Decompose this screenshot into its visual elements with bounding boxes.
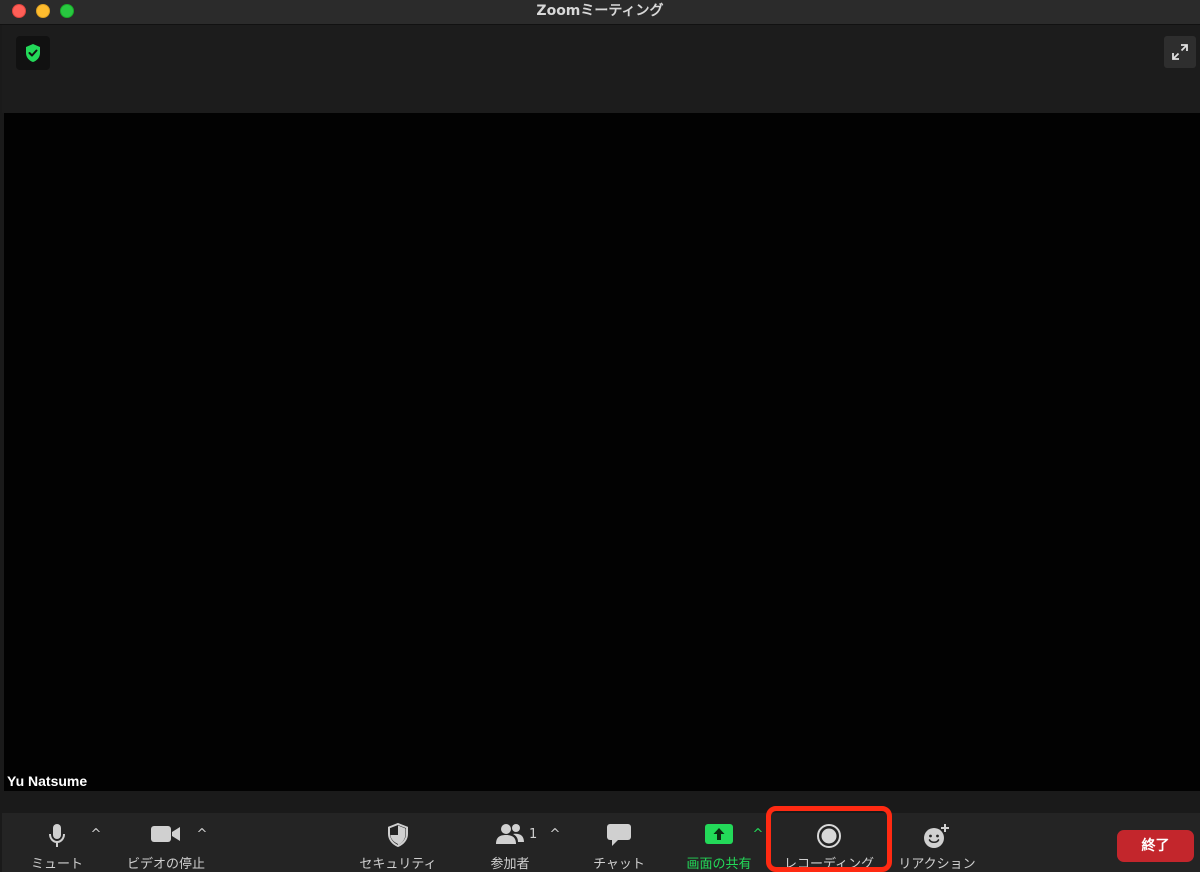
participants-label: 参加者 bbox=[490, 857, 530, 872]
title-bar: Zoomミーティング bbox=[0, 0, 1200, 25]
chat-label: チャット bbox=[593, 857, 645, 872]
toolbar-spacer bbox=[2, 791, 1200, 813]
smiley-plus-icon bbox=[924, 824, 949, 848]
zoom-meeting-window: Zoomミーティング Yu Natsume ミュート ^ ビデオの停止 ^ セキ… bbox=[0, 0, 1200, 872]
security-shield-icon bbox=[388, 823, 408, 847]
shield-check-icon bbox=[26, 44, 40, 62]
window-title: Zoomミーティング bbox=[536, 3, 664, 19]
video-area: Yu Natsume bbox=[4, 113, 1200, 791]
audio-options-caret[interactable]: ^ bbox=[90, 827, 102, 842]
share-screen-arrow-icon bbox=[705, 824, 733, 844]
mute-label: ミュート bbox=[30, 857, 83, 872]
end-meeting-button[interactable]: 終了 bbox=[1117, 830, 1194, 862]
video-camera-icon bbox=[151, 826, 180, 842]
participants-options-caret[interactable]: ^ bbox=[549, 827, 561, 842]
participants-count: 1 bbox=[529, 827, 538, 842]
chat-bubble-icon bbox=[607, 824, 631, 846]
share-screen-button[interactable]: 画面の共有 bbox=[682, 813, 756, 872]
mute-button[interactable]: ミュート bbox=[24, 813, 90, 872]
people-icon bbox=[496, 824, 524, 844]
record-button[interactable]: レコーディング bbox=[778, 813, 880, 872]
stop-video-label: ビデオの停止 bbox=[126, 857, 205, 872]
share-screen-label: 画面の共有 bbox=[686, 857, 752, 872]
microphone-icon bbox=[49, 824, 65, 847]
security-label: セキュリティ bbox=[359, 857, 437, 872]
share-options-caret[interactable]: ^ bbox=[752, 827, 764, 842]
security-button[interactable]: セキュリティ bbox=[356, 813, 440, 872]
participant-name-label: Yu Natsume bbox=[7, 773, 88, 789]
expand-icon bbox=[1172, 44, 1188, 60]
meeting-toolbar: ミュート ^ ビデオの停止 ^ セキュリティ 参加者 1 ^ チャット 画面の共… bbox=[2, 813, 1200, 872]
record-label: レコーディング bbox=[783, 857, 875, 872]
video-options-caret[interactable]: ^ bbox=[196, 827, 208, 842]
reactions-button[interactable]: リアクション bbox=[894, 813, 980, 872]
reactions-label: リアクション bbox=[898, 857, 976, 872]
record-icon bbox=[817, 824, 841, 848]
chat-button[interactable]: チャット bbox=[584, 813, 654, 872]
meeting-header bbox=[2, 25, 1200, 113]
encryption-info-button[interactable] bbox=[16, 36, 50, 70]
participants-button[interactable]: 参加者 bbox=[478, 813, 542, 872]
stop-video-button[interactable]: ビデオの停止 bbox=[120, 813, 212, 872]
fullscreen-button[interactable] bbox=[1164, 36, 1196, 68]
